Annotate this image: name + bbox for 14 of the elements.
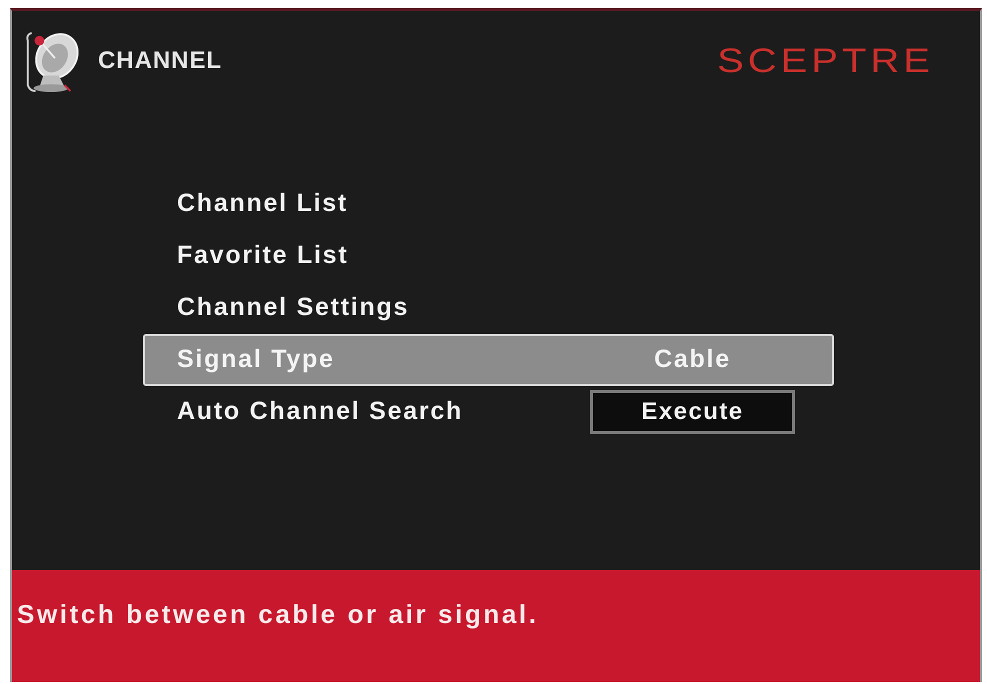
brand-logo: SCEPTRE bbox=[717, 41, 934, 82]
menu-item-label: Auto Channel Search bbox=[177, 396, 464, 428]
menu-item[interactable]: Channel Settings bbox=[143, 282, 834, 334]
menu-item[interactable]: Auto Channel Search Execute bbox=[143, 386, 834, 438]
option-value: Cable bbox=[653, 344, 732, 376]
menu-item-label: Channel List bbox=[177, 188, 348, 220]
menu-item-label: Channel Settings bbox=[177, 292, 410, 324]
menu-item[interactable]: Favorite List bbox=[143, 230, 834, 282]
menu-item[interactable]: Channel List bbox=[143, 178, 834, 230]
help-text: Switch between cable or air signal. bbox=[17, 598, 539, 631]
menu-item-label: Signal Type bbox=[177, 344, 335, 376]
menu-item-label: Favorite List bbox=[177, 240, 348, 272]
execute-button[interactable]: Execute bbox=[590, 390, 795, 434]
menu-title: CHANNEL bbox=[98, 46, 222, 76]
